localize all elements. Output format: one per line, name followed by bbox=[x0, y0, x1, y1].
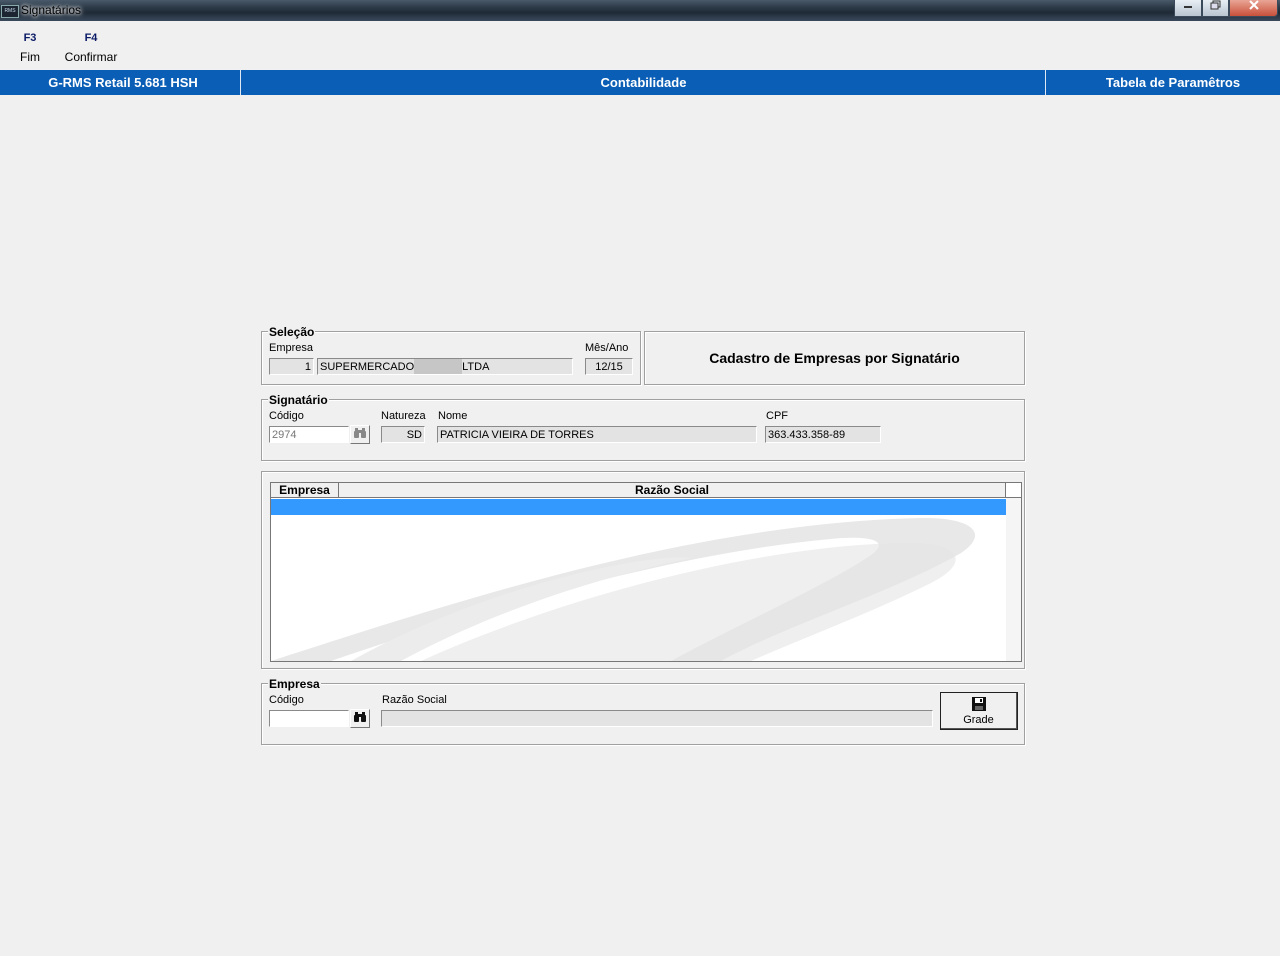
empresa-name-field: SUPERMERCADO LTDA bbox=[317, 358, 573, 375]
version-label: G-RMS Retail 5.681 HSH bbox=[48, 75, 198, 90]
cpf-field: 363.433.358-89 bbox=[765, 426, 881, 443]
screen-title-box: Cadastro de Empresas por Signatário bbox=[644, 331, 1025, 385]
empresa-group-title: Empresa bbox=[268, 677, 321, 691]
grid-header-corner bbox=[1006, 483, 1021, 498]
empresa-codigo-label: Código bbox=[269, 694, 304, 706]
empresa-label: Empresa bbox=[269, 342, 314, 354]
cpf-label: CPF bbox=[766, 410, 788, 422]
mes-ano-field: 12/15 bbox=[585, 358, 633, 375]
window-title-bar: RMS Signatários bbox=[0, 0, 1280, 21]
signatario-codigo-field[interactable]: 2974 bbox=[269, 426, 349, 443]
grid-selected-row[interactable] bbox=[271, 499, 1006, 515]
grade-label: Grade bbox=[963, 714, 994, 726]
empresa-codigo-input[interactable] bbox=[269, 710, 349, 727]
natureza-field: SD bbox=[381, 426, 425, 443]
nome-label: Nome bbox=[438, 410, 468, 422]
close-icon[interactable] bbox=[1229, 0, 1278, 17]
f3-key-label: F3 bbox=[23, 32, 37, 44]
module-header-bar: G-RMS Retail 5.681 HSH Contabilidade Tab… bbox=[0, 70, 1280, 95]
binoculars-icon[interactable] bbox=[350, 425, 370, 444]
restore-icon[interactable] bbox=[1202, 0, 1229, 17]
empresa-name-part2: LTDA bbox=[462, 361, 490, 373]
empresa-code-field: 1 bbox=[269, 358, 314, 375]
empresas-grid[interactable]: Empresa Razão Social bbox=[270, 482, 1022, 662]
nome-field: PATRICIA VIEIRA DE TORRES bbox=[437, 426, 757, 443]
razao-social-field bbox=[381, 710, 933, 727]
app-icon: RMS bbox=[1, 5, 19, 18]
natureza-label: Natureza bbox=[381, 410, 426, 422]
selecao-title: Seleção bbox=[268, 325, 316, 339]
confirmar-label: Confirmar bbox=[64, 50, 118, 64]
empresa-name-part1: SUPERMERCADO bbox=[320, 361, 415, 373]
floppy-disk-icon bbox=[941, 697, 1016, 714]
mes-ano-label: Mês/Ano bbox=[585, 342, 629, 354]
minimize-icon[interactable] bbox=[1174, 0, 1202, 17]
fim-label: Fim bbox=[20, 50, 40, 64]
module-name: Contabilidade bbox=[600, 75, 687, 90]
f4-key-label: F4 bbox=[84, 32, 98, 44]
codigo-label: Código bbox=[269, 410, 304, 422]
razao-social-label: Razão Social bbox=[382, 694, 447, 706]
screen-title: Cadastro de Empresas por Signatário bbox=[709, 350, 960, 366]
binoculars-icon[interactable] bbox=[350, 709, 370, 728]
table-name: Tabela de Paramêtros bbox=[1105, 75, 1241, 90]
redacted-block bbox=[414, 359, 463, 374]
fim-button[interactable]: F3 Fim bbox=[0, 32, 60, 64]
window-controls bbox=[1174, 0, 1278, 17]
grid-header-empresa[interactable]: Empresa bbox=[271, 483, 339, 498]
window-title: Signatários bbox=[21, 3, 82, 17]
confirmar-button[interactable]: F4 Confirmar bbox=[61, 32, 121, 64]
grade-button[interactable]: Grade bbox=[940, 692, 1018, 730]
signatario-title: Signatário bbox=[268, 393, 329, 407]
grid-header-razao-social[interactable]: Razão Social bbox=[339, 483, 1006, 498]
